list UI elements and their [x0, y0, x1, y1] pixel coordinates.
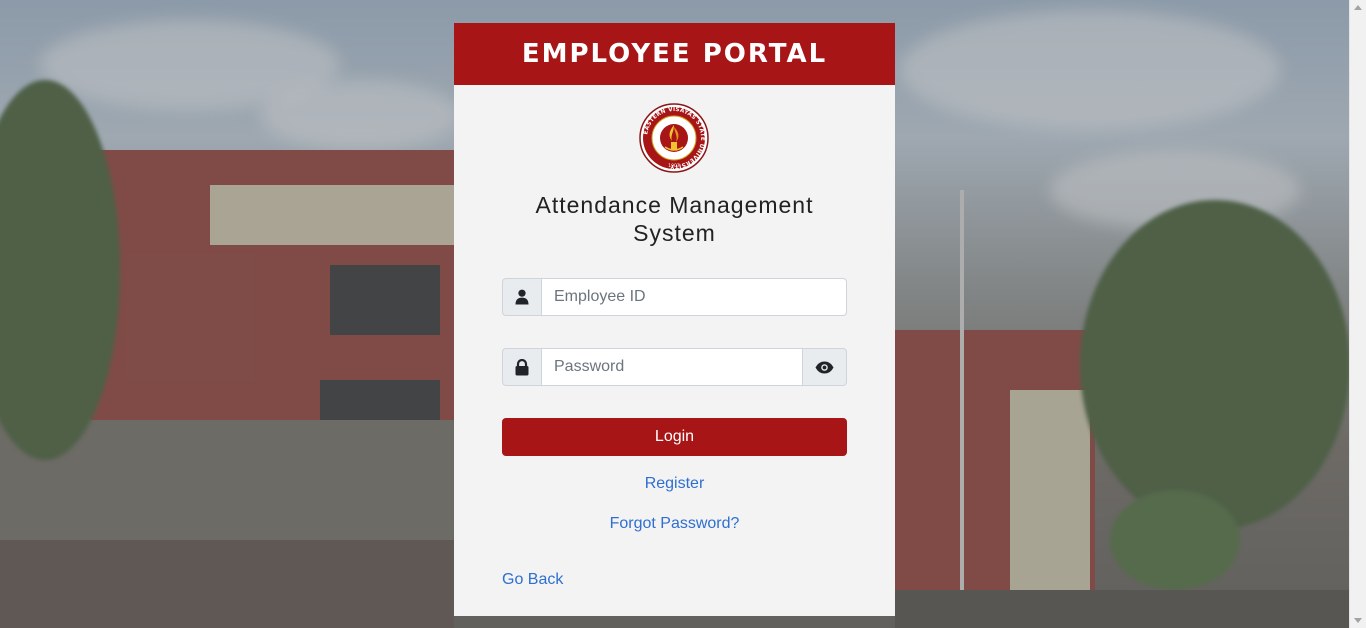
login-button[interactable]: Login: [502, 418, 847, 456]
login-card: EMPLOYEE PORTAL EASTERN VISAYAS STATE UN…: [454, 23, 895, 616]
employee-id-group: [502, 278, 847, 316]
forgot-password-link[interactable]: Forgot Password?: [454, 515, 895, 533]
page-scrollbar[interactable]: [1349, 0, 1366, 628]
eye-icon[interactable]: [803, 348, 847, 386]
lock-icon: [502, 348, 541, 386]
scroll-down-arrow-icon[interactable]: [1354, 618, 1362, 623]
user-icon: [502, 278, 541, 316]
password-input[interactable]: [541, 348, 803, 386]
svg-text:1907: 1907: [668, 163, 680, 169]
portal-header: EMPLOYEE PORTAL: [454, 23, 895, 85]
scroll-up-arrow-icon[interactable]: [1354, 5, 1362, 10]
university-seal-logo: EASTERN VISAYAS STATE UNIVERSITY 1907: [639, 103, 709, 173]
system-title-line-1: Attendance Management: [535, 192, 814, 218]
employee-id-input[interactable]: [541, 278, 847, 316]
system-title-line-2: System: [633, 220, 716, 246]
register-link[interactable]: Register: [454, 475, 895, 493]
password-group: [502, 348, 847, 386]
go-back-link[interactable]: Go Back: [502, 571, 563, 589]
system-title: Attendance Management System: [494, 191, 855, 247]
portal-title: EMPLOYEE PORTAL: [521, 39, 828, 69]
